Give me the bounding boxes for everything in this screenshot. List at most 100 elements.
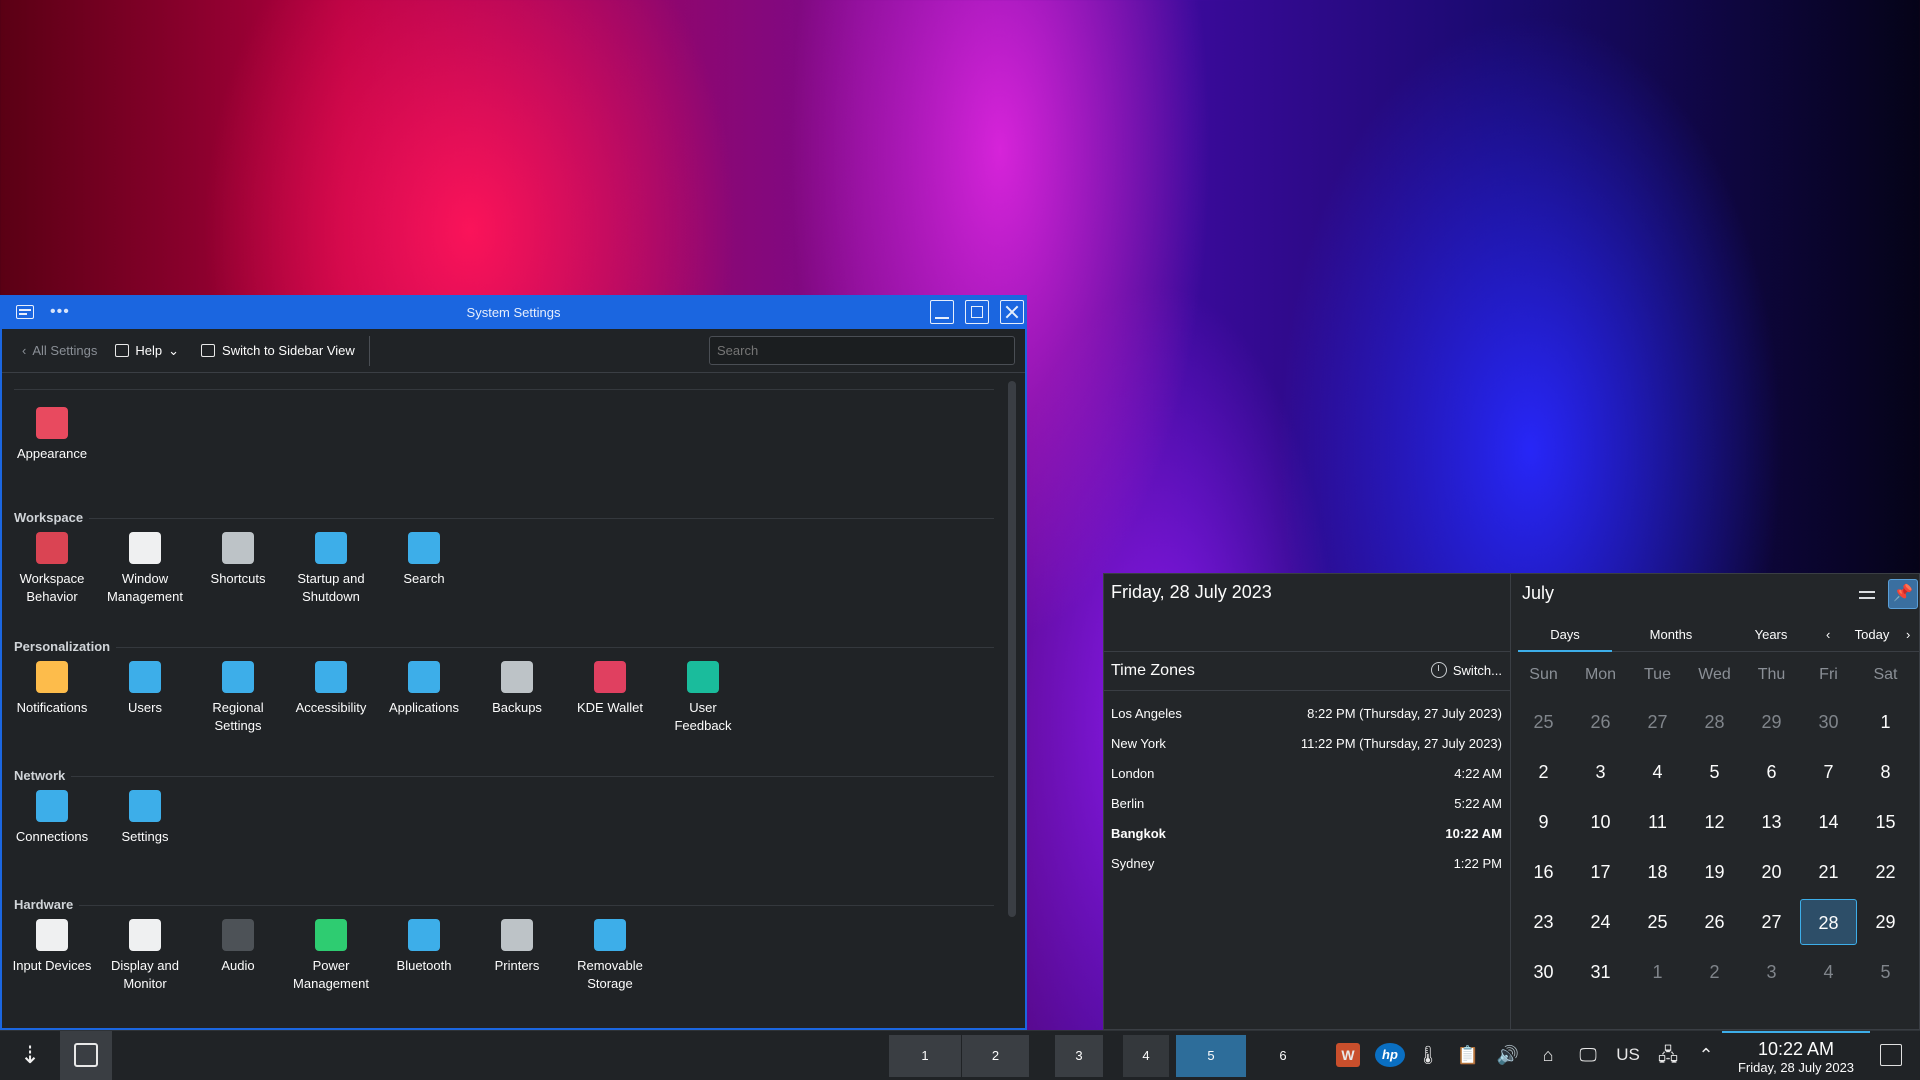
calendar-day[interactable]: 30 <box>1515 949 1572 995</box>
tab-months[interactable]: Months <box>1624 618 1718 652</box>
setting-power[interactable]: Power Management <box>285 919 377 993</box>
calendar-day[interactable]: 26 <box>1686 899 1743 945</box>
calendar-day[interactable]: 22 <box>1857 849 1914 895</box>
calendar-day[interactable]: 24 <box>1572 899 1629 945</box>
chevron-up-icon[interactable]: ⌃ <box>1694 1043 1718 1067</box>
setting-wallet[interactable]: KDE Wallet <box>564 661 656 717</box>
today-button[interactable]: Today <box>1844 618 1900 652</box>
setting-backups[interactable]: Backups <box>471 661 563 717</box>
calendar-day[interactable]: 23 <box>1515 899 1572 945</box>
setting-keyboard[interactable]: Shortcuts <box>192 532 284 588</box>
calendar-day[interactable]: 4 <box>1800 949 1857 995</box>
calendar-day-today[interactable]: 28 <box>1800 899 1857 945</box>
calendar-day[interactable]: 2 <box>1686 949 1743 995</box>
calendar-day[interactable]: 8 <box>1857 749 1914 795</box>
calendar-day[interactable]: 3 <box>1572 749 1629 795</box>
window-titlebar[interactable]: ••• System Settings <box>2 295 1025 329</box>
application-launcher-icon[interactable] <box>10 1031 48 1080</box>
calendar-day[interactable]: 18 <box>1629 849 1686 895</box>
desktop-4[interactable]: 4 <box>1123 1035 1169 1077</box>
calendar-day[interactable]: 7 <box>1800 749 1857 795</box>
setting-workspace-behavior[interactable]: Workspace Behavior <box>6 532 98 606</box>
calendar-day[interactable]: 20 <box>1743 849 1800 895</box>
calendar-day[interactable]: 25 <box>1515 699 1572 745</box>
calendar-day[interactable]: 1 <box>1857 699 1914 745</box>
calendar-day[interactable]: 19 <box>1686 849 1743 895</box>
setting-printer[interactable]: Printers <box>471 919 563 975</box>
wps-office-icon[interactable]: W <box>1336 1043 1360 1067</box>
calendar-day[interactable]: 27 <box>1629 699 1686 745</box>
calendar-day[interactable]: 13 <box>1743 799 1800 845</box>
calendar-day[interactable]: 2 <box>1515 749 1572 795</box>
calendar-day[interactable]: 26 <box>1572 699 1629 745</box>
calendar-day[interactable]: 12 <box>1686 799 1743 845</box>
all-settings-button[interactable]: ‹ All Settings <box>22 343 97 358</box>
clipboard-icon[interactable]: 📋 <box>1456 1043 1480 1067</box>
setting-search[interactable]: Search <box>378 532 470 588</box>
setting-globe-settings[interactable]: Settings <box>99 790 191 846</box>
help-menu-button[interactable]: Help ⌄ <box>115 343 179 359</box>
setting-bluetooth[interactable]: Bluetooth <box>378 919 470 975</box>
desktop-1[interactable]: 1 <box>889 1035 961 1077</box>
calendar-day[interactable]: 31 <box>1572 949 1629 995</box>
calendar-day[interactable]: 1 <box>1629 949 1686 995</box>
show-desktop-icon[interactable] <box>1880 1044 1902 1066</box>
setting-startup[interactable]: Startup and Shutdown <box>285 532 377 606</box>
calendar-day[interactable]: 4 <box>1629 749 1686 795</box>
setting-window-management[interactable]: Window Management <box>99 532 191 606</box>
app-menu-icon[interactable] <box>16 305 34 319</box>
close-button[interactable] <box>1000 300 1024 324</box>
desktop-2[interactable]: 2 <box>962 1035 1029 1077</box>
search-input[interactable] <box>709 336 1015 365</box>
setting-bell[interactable]: Notifications <box>6 661 98 717</box>
configure-icon[interactable] <box>1856 584 1878 606</box>
calendar-day[interactable]: 5 <box>1686 749 1743 795</box>
switch-sidebar-view-button[interactable]: Switch to Sidebar View <box>201 335 370 366</box>
desktop-5[interactable]: 5 <box>1176 1035 1246 1077</box>
network-icon[interactable]: 🖧 <box>1656 1043 1680 1067</box>
minimize-button[interactable] <box>930 300 954 324</box>
calendar-day[interactable]: 3 <box>1743 949 1800 995</box>
setting-accessibility[interactable]: Accessibility <box>285 661 377 717</box>
calendar-day[interactable]: 14 <box>1800 799 1857 845</box>
calendar-day[interactable]: 27 <box>1743 899 1800 945</box>
previous-month-icon[interactable]: ‹ <box>1826 618 1830 652</box>
volume-icon[interactable]: 🔊 <box>1496 1043 1520 1067</box>
calendar-day[interactable]: 10 <box>1572 799 1629 845</box>
keyboard-layout-indicator[interactable]: US <box>1613 1043 1643 1067</box>
calendar-day[interactable]: 17 <box>1572 849 1629 895</box>
setting-monitor[interactable]: Display and Monitor <box>99 919 191 993</box>
tab-days[interactable]: Days <box>1518 618 1612 652</box>
setting-speaker[interactable]: Audio <box>192 919 284 975</box>
display-icon[interactable]: 🖵 <box>1576 1043 1600 1067</box>
setting-mouse[interactable]: Input Devices <box>6 919 98 975</box>
calendar-day[interactable]: 5 <box>1857 949 1914 995</box>
settings-scrollbar[interactable] <box>1008 381 1016 917</box>
thermometer-icon[interactable]: 🌡 <box>1416 1043 1440 1067</box>
next-month-icon[interactable]: › <box>1906 618 1910 652</box>
desktop-6[interactable]: 6 <box>1247 1035 1319 1077</box>
hp-icon[interactable]: hp <box>1375 1043 1405 1067</box>
setting-appearance[interactable]: Appearance <box>6 407 98 463</box>
setting-globe[interactable]: Connections <box>6 790 98 846</box>
calendar-day[interactable]: 6 <box>1743 749 1800 795</box>
calendar-day[interactable]: 11 <box>1629 799 1686 845</box>
pin-icon[interactable]: 📌 <box>1888 579 1918 609</box>
setting-regional[interactable]: Regional Settings <box>192 661 284 735</box>
desktop-3[interactable]: 3 <box>1055 1035 1103 1077</box>
digital-clock[interactable]: 10:22 AM Friday, 28 July 2023 <box>1722 1031 1870 1080</box>
calendar-day[interactable]: 29 <box>1857 899 1914 945</box>
usb-device-icon[interactable]: ⌂ <box>1536 1043 1560 1067</box>
task-system-settings[interactable] <box>60 1031 112 1080</box>
setting-users[interactable]: Users <box>99 661 191 717</box>
calendar-day[interactable]: 16 <box>1515 849 1572 895</box>
setting-usb[interactable]: Removable Storage <box>564 919 656 993</box>
setting-feedback[interactable]: User Feedback <box>657 661 749 735</box>
calendar-day[interactable]: 9 <box>1515 799 1572 845</box>
calendar-day[interactable]: 30 <box>1800 699 1857 745</box>
calendar-day[interactable]: 29 <box>1743 699 1800 745</box>
tab-years[interactable]: Years <box>1724 618 1818 652</box>
calendar-day[interactable]: 21 <box>1800 849 1857 895</box>
calendar-day[interactable]: 28 <box>1686 699 1743 745</box>
calendar-day[interactable]: 15 <box>1857 799 1914 845</box>
